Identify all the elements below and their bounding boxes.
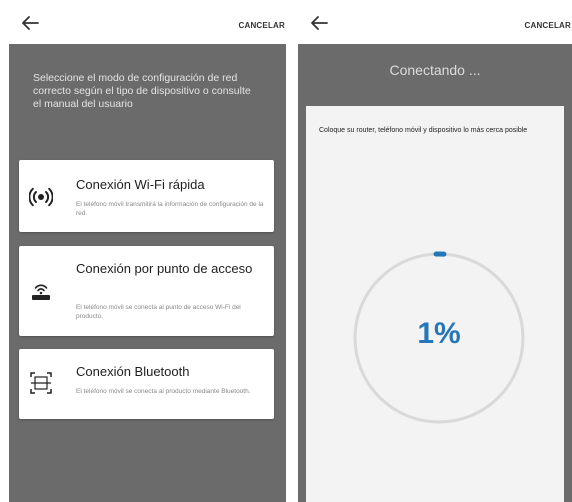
access-point-icon (32, 284, 50, 300)
cancel-button[interactable]: CANCELAR (525, 21, 572, 30)
option-description: El teléfono móvil transmitirá la informa… (76, 201, 264, 217)
network-mode-screen: CANCELAR Seleccione el modo de configura… (9, 0, 286, 502)
option-title: Conexión Wi-Fi rápida (76, 177, 205, 192)
bluetooth-scan-icon (30, 372, 52, 394)
progress-panel: Coloque su router, teléfono móvil y disp… (306, 106, 564, 502)
back-arrow-icon[interactable] (21, 15, 39, 31)
option-description: El teléfono móvil se conecta al punto de… (76, 304, 241, 320)
connecting-title: Conectando ... (389, 62, 481, 78)
top-bar: CANCELAR (298, 0, 572, 44)
instruction-text: Seleccione el modo de configuración de r… (33, 72, 251, 110)
back-arrow-icon[interactable] (310, 15, 328, 31)
proximity-hint: Coloque su router, teléfono móvil y disp… (319, 127, 528, 134)
option-title: Conexión por punto de acceso (76, 261, 253, 276)
option-wifi-fast[interactable]: Conexión Wi-Fi rápida El teléfono móvil … (19, 160, 274, 232)
screens: CANCELAR Seleccione el modo de configura… (0, 0, 572, 502)
progress-ring: 1% (351, 250, 527, 426)
modal-overlay: Conectando ... Coloque su router, teléfo… (298, 44, 572, 502)
top-bar: CANCELAR (9, 0, 286, 44)
option-bluetooth[interactable]: Conexión Bluetooth El teléfono móvil se … (19, 349, 274, 419)
cancel-button[interactable]: CANCELAR (239, 21, 286, 30)
wifi-fast-icon (29, 187, 53, 207)
option-title: Conexión Bluetooth (76, 364, 190, 379)
option-description: El teléfono móvil se conecta al producto… (76, 388, 251, 395)
option-access-point[interactable]: Conexión por punto de acceso El teléfono… (19, 246, 274, 336)
progress-percent: 1% (417, 317, 461, 350)
modal-overlay: Seleccione el modo de configuración de r… (9, 44, 286, 502)
connecting-screen: CANCELAR Conectando ... Coloque su route… (298, 0, 572, 502)
